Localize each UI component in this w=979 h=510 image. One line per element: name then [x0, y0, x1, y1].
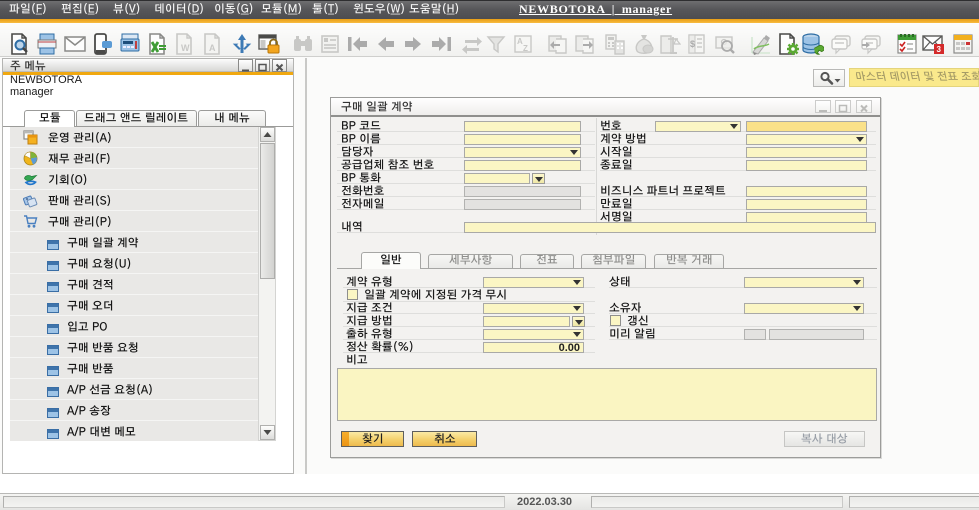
svg-text:$: $ — [690, 39, 695, 49]
svg-text:W: W — [181, 43, 190, 53]
svg-text:Z: Z — [523, 44, 528, 53]
svg-text:A: A — [209, 43, 216, 53]
svg-text:3: 3 — [937, 45, 942, 54]
